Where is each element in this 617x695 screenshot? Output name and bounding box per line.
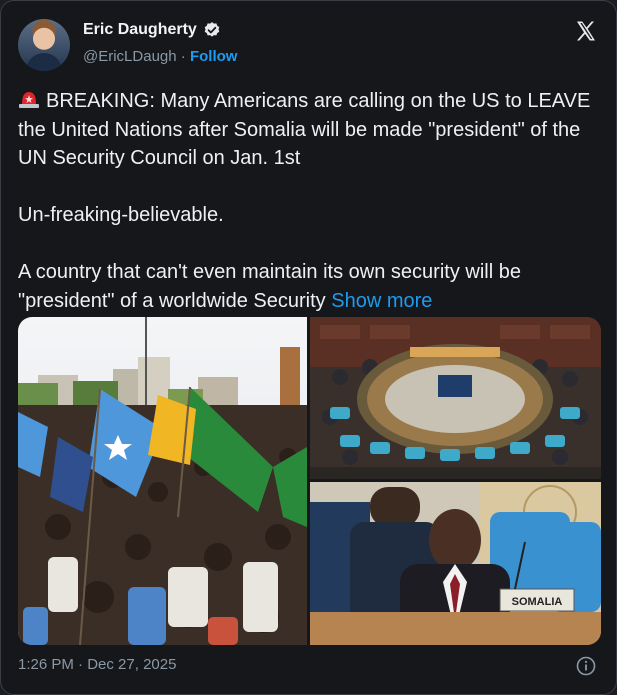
tweet-date: Dec 27, 2025 bbox=[87, 656, 177, 673]
author-handle-row: @EricLDaugh · Follow bbox=[83, 48, 237, 65]
tweet-timestamp[interactable]: 1:26 PM · Dec 27, 2025 bbox=[18, 656, 176, 673]
profile-avatar[interactable] bbox=[18, 19, 70, 71]
tweet-time: 1:26 PM bbox=[18, 656, 74, 673]
media-grid: SOMALIA bbox=[18, 317, 601, 645]
show-more-link[interactable]: Show more bbox=[331, 290, 432, 312]
somalia-flag-rally-photo[interactable] bbox=[18, 317, 307, 645]
tweet-body: BREAKING: Many Americans are calling on … bbox=[18, 87, 603, 315]
follow-button[interactable]: Follow bbox=[190, 48, 238, 65]
somalia-nameplate: SOMALIA bbox=[512, 596, 563, 608]
author-name[interactable]: Eric Daugherty bbox=[83, 21, 197, 39]
timestamp-separator: · bbox=[78, 656, 84, 673]
handle-separator: · bbox=[180, 48, 186, 65]
tweet-card: Eric Daugherty @EricLDaugh · Follow BREA… bbox=[0, 0, 617, 695]
siren-emoji-icon bbox=[19, 92, 39, 108]
verified-badge-icon bbox=[204, 22, 220, 37]
somalia-delegate-photo[interactable]: SOMALIA bbox=[310, 482, 601, 645]
author-handle[interactable]: @EricLDaugh bbox=[83, 48, 177, 65]
author-name-row: Eric Daugherty bbox=[83, 21, 221, 39]
tweet-paragraph-1: BREAKING: Many Americans are calling on … bbox=[18, 90, 596, 169]
info-icon[interactable] bbox=[576, 656, 596, 676]
tweet-paragraph-3: A country that can't even maintain its o… bbox=[18, 261, 527, 312]
tweet-paragraph-2: Un-freaking-believable. bbox=[18, 204, 224, 226]
x-logo-icon[interactable] bbox=[574, 19, 598, 43]
avatar-suit bbox=[26, 53, 62, 71]
un-security-council-chamber-photo[interactable] bbox=[310, 317, 601, 479]
